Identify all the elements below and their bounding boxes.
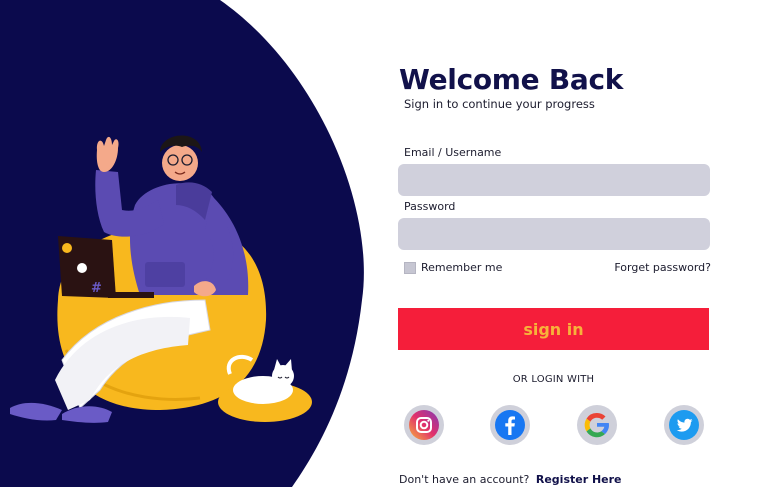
facebook-icon xyxy=(495,410,525,440)
page-title: Welcome Back xyxy=(399,63,624,96)
twitter-icon xyxy=(669,410,699,440)
or-login-with-label: OR LOGIN WITH xyxy=(512,374,595,385)
instagram-icon xyxy=(409,410,439,440)
register-prompt-text: Don't have an account? xyxy=(399,473,530,486)
hero-illustration: # xyxy=(0,0,370,487)
register-link[interactable]: Register Here xyxy=(536,473,622,486)
register-prompt: Don't have an account? Register Here xyxy=(399,473,622,486)
password-label: Password xyxy=(404,200,456,213)
instagram-login-button[interactable] xyxy=(404,405,444,445)
remember-me-checkbox[interactable]: Remember me xyxy=(404,261,502,274)
email-label: Email / Username xyxy=(404,146,502,159)
email-field[interactable] xyxy=(398,164,710,196)
facebook-login-button[interactable] xyxy=(490,405,530,445)
google-login-button[interactable] xyxy=(577,405,617,445)
google-icon xyxy=(584,412,609,438)
checkbox-icon[interactable] xyxy=(404,261,416,274)
svg-text:#: # xyxy=(91,281,102,296)
forgot-password-link[interactable]: Forget password? xyxy=(614,261,711,274)
remember-me-label: Remember me xyxy=(421,261,503,274)
twitter-login-button[interactable] xyxy=(664,405,704,445)
password-field[interactable] xyxy=(398,218,710,250)
page-subtitle: Sign in to continue your progress xyxy=(404,97,595,111)
sign-in-button[interactable]: sign in xyxy=(398,308,709,350)
